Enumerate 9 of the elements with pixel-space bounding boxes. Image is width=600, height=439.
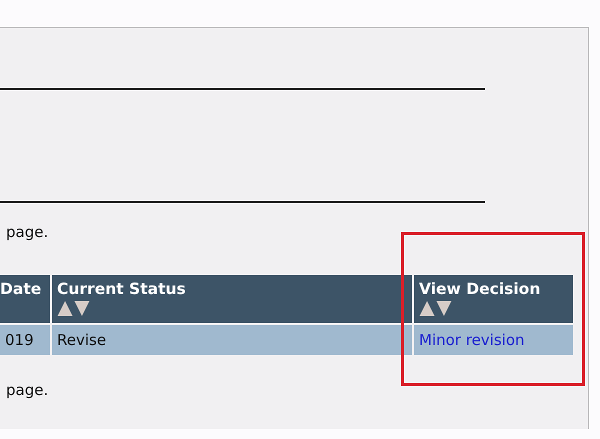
table-cell: Revise [57,331,106,349]
table-cell: 019 [5,331,34,349]
note-text: page. [5,222,50,241]
sort-icon[interactable] [57,301,90,316]
column-header[interactable]: Date [0,275,50,323]
sort-icon[interactable] [419,301,452,316]
column-header[interactable]: Current Status [52,275,412,323]
column-header[interactable]: View Decision [414,275,573,323]
note-text: page. [5,380,50,399]
